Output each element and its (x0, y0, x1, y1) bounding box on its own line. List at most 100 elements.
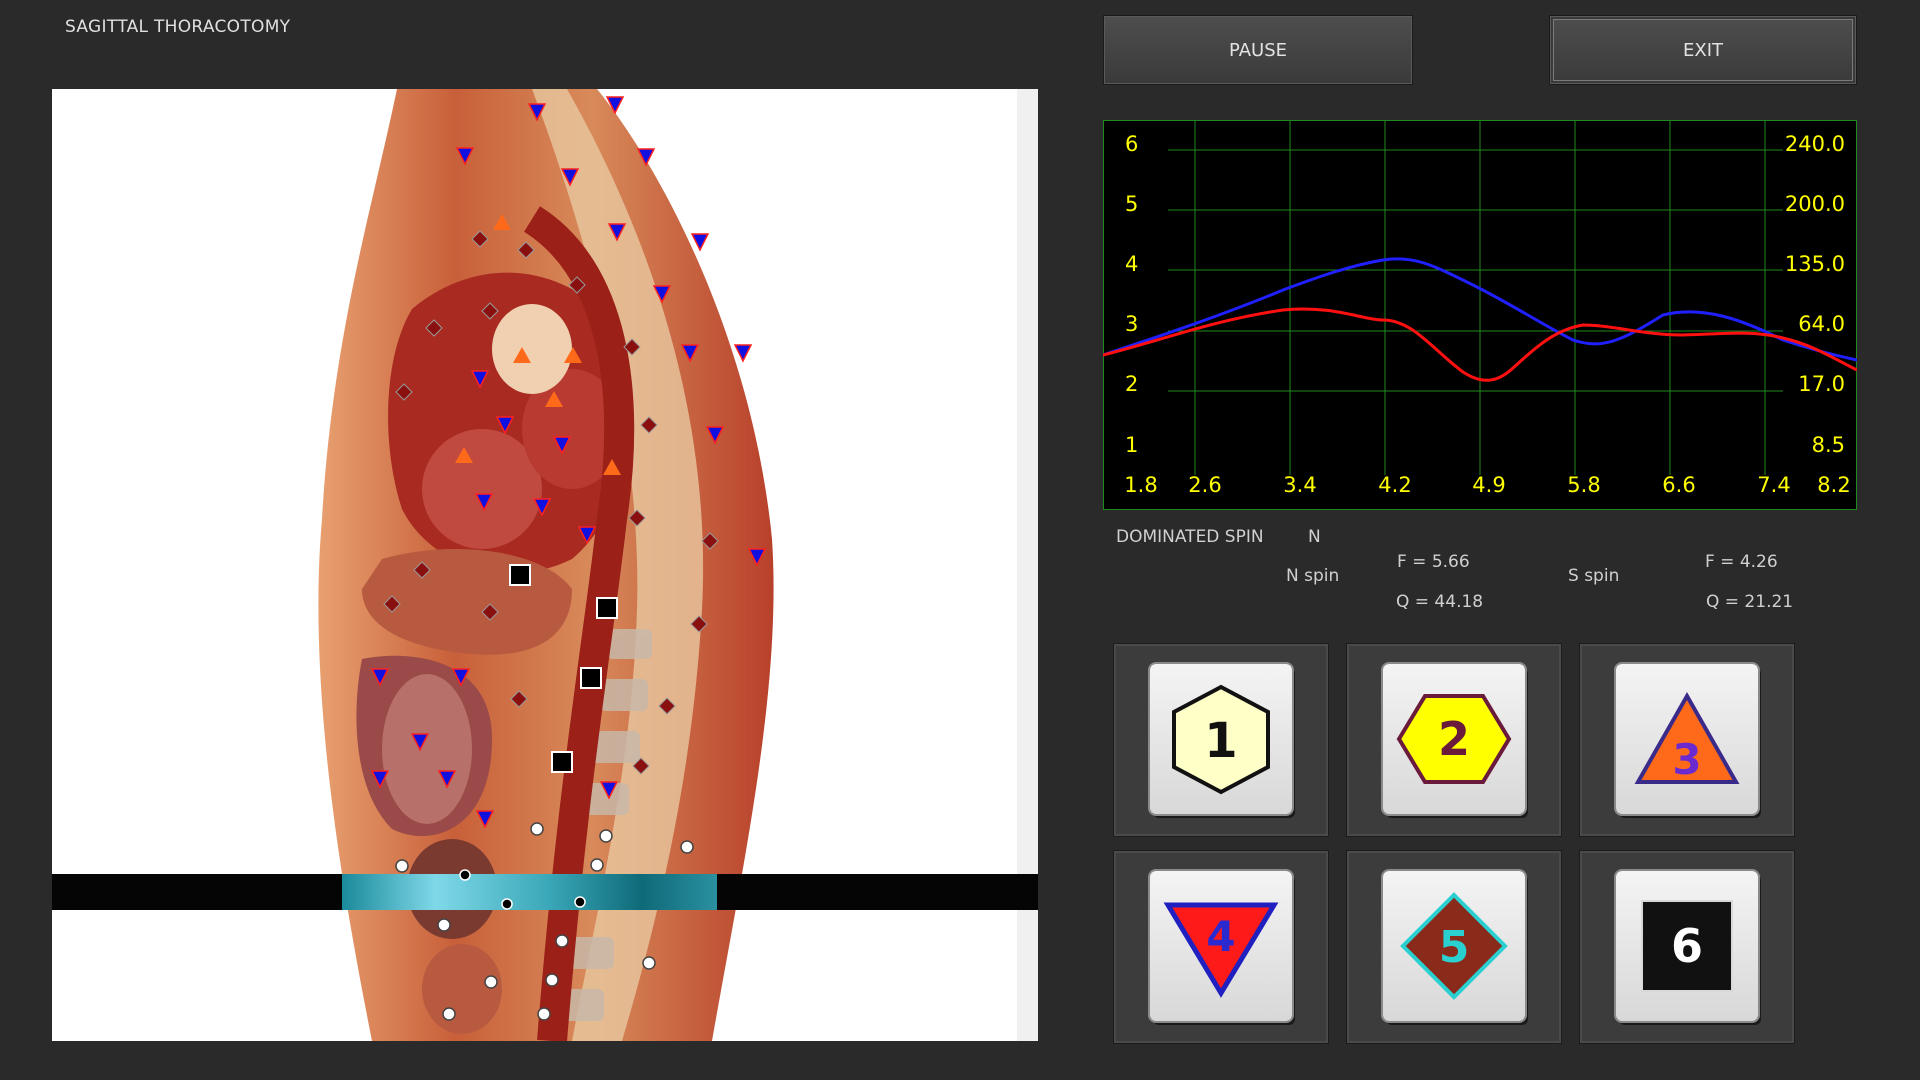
diamond-marker (383, 595, 401, 613)
s-spin-q-value: Q = 21.21 (1706, 592, 1794, 612)
circle-marker (442, 1007, 456, 1021)
diamond-marker (640, 416, 658, 434)
tile-6: 6 (1579, 850, 1795, 1044)
left-tick-label: 4 (1125, 252, 1138, 276)
square-marker (580, 667, 602, 689)
x-tick-label: 4.9 (1472, 473, 1505, 497)
triangle-down-marker (437, 770, 457, 789)
triangle-up-icon: 3 (1634, 691, 1740, 784)
s-spin-f-value: F = 4.26 (1705, 552, 1778, 572)
scan-image-panel[interactable] (52, 89, 1038, 1041)
triangle-down-marker (636, 148, 656, 167)
n-spin-q-value: Q = 44.18 (1396, 592, 1484, 612)
circle-marker (545, 973, 559, 987)
diamond-marker (481, 603, 499, 621)
triangle-down-marker (370, 668, 390, 687)
diamond-marker (510, 690, 528, 708)
diamond-marker (517, 241, 535, 259)
n-spin-f-value: F = 5.66 (1397, 552, 1470, 572)
right-tick-label: 135.0 (1785, 252, 1845, 276)
triangle-down-marker (552, 436, 572, 455)
triangle-down-marker (577, 526, 597, 545)
triangle-down-marker (652, 285, 672, 304)
diamond-marker (471, 230, 489, 248)
x-tick-label: 7.4 (1757, 473, 1790, 497)
circle-marker (680, 840, 694, 854)
marker-button-3[interactable]: 3 (1616, 664, 1758, 814)
hexagon-icon: 2 (1396, 694, 1512, 784)
diamond-marker (690, 615, 708, 633)
triangle-up-marker (564, 347, 582, 363)
circle-marker (484, 975, 498, 989)
triangle-down-marker (527, 103, 547, 122)
dark-circle-marker (574, 896, 586, 908)
left-tick-label: 2 (1125, 372, 1138, 396)
x-tick-label: 4.2 (1378, 473, 1411, 497)
square-marker (509, 564, 531, 586)
diamond-marker (413, 561, 431, 579)
triangle-up-marker (603, 459, 621, 475)
marker-number: 2 (1438, 712, 1470, 766)
marker-number: 5 (1439, 922, 1470, 973)
diamond-marker (701, 532, 719, 550)
right-tick-label: 8.5 (1812, 433, 1845, 457)
x-tick-label: 3.4 (1283, 473, 1316, 497)
x-tick-label: 5.8 (1567, 473, 1600, 497)
square-icon: 6 (1641, 900, 1733, 992)
triangle-down-marker (680, 344, 700, 363)
triangle-down-marker (475, 810, 495, 829)
diamond-marker (628, 509, 646, 527)
circle-marker (530, 822, 544, 836)
triangle-down-marker (370, 770, 390, 789)
square-marker (596, 597, 618, 619)
diamond-marker (425, 319, 443, 337)
triangle-down-marker (470, 370, 490, 389)
pause-button[interactable]: PAUSE (1103, 15, 1413, 85)
spin-graph: 6 5 4 3 2 1 240.0 200.0 135.0 64.0 17.0 … (1103, 120, 1857, 510)
triangle-up-marker (545, 391, 563, 407)
tile-4: 4 (1113, 850, 1329, 1044)
triangle-down-marker (560, 168, 580, 187)
triangle-down-marker (455, 147, 475, 166)
marker-number: 3 (1672, 735, 1701, 784)
circle-marker (537, 1007, 551, 1021)
diamond-icon: 5 (1400, 892, 1508, 1000)
marker-overlay (370, 96, 767, 1021)
marker-button-5[interactable]: 5 (1383, 871, 1525, 1021)
left-tick-label: 5 (1125, 192, 1138, 216)
triangle-down-marker (474, 493, 494, 512)
marker-button-4[interactable]: 4 (1150, 871, 1292, 1021)
diamond-marker (395, 383, 413, 401)
x-tick-label: 1.8 (1124, 473, 1157, 497)
right-tick-label: 240.0 (1785, 132, 1845, 156)
triangle-down-icon: 4 (1163, 902, 1279, 998)
exit-button[interactable]: EXIT (1549, 15, 1857, 85)
triangle-down-marker (410, 733, 430, 752)
triangle-down-marker (747, 548, 767, 567)
dark-circle-marker (459, 869, 471, 881)
s-spin-label: S spin (1568, 566, 1620, 586)
dark-circle-marker (501, 898, 513, 910)
circle-marker (555, 934, 569, 948)
marker-button-2[interactable]: 2 (1383, 664, 1525, 814)
x-tick-label: 2.6 (1188, 473, 1221, 497)
dominated-spin-value: N (1308, 527, 1321, 547)
marker-number: 1 (1204, 713, 1237, 769)
hexagon-icon: 1 (1172, 684, 1270, 795)
triangle-up-marker (493, 214, 511, 230)
marker-button-6[interactable]: 6 (1616, 871, 1758, 1021)
n-spin-label: N spin (1286, 566, 1340, 586)
marker-button-1[interactable]: 1 (1150, 664, 1292, 814)
circle-marker (395, 859, 409, 873)
triangle-down-marker (599, 781, 619, 800)
diamond-marker (481, 302, 499, 320)
triangle-up-marker (455, 447, 473, 463)
circle-marker (437, 918, 451, 932)
diamond-marker (623, 338, 641, 356)
diamond-marker (658, 697, 676, 715)
square-marker (551, 751, 573, 773)
triangle-down-marker (532, 498, 552, 517)
tile-2: 2 (1346, 643, 1562, 837)
dominated-spin-label: DOMINATED SPIN (1116, 527, 1264, 547)
triangle-down-marker (733, 344, 753, 363)
